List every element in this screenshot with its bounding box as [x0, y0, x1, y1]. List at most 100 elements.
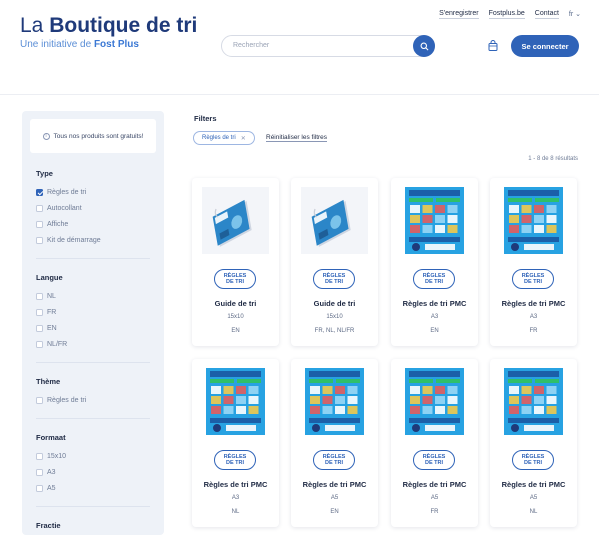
filter-option[interactable]: 15x10: [36, 448, 150, 464]
product-languages: EN: [231, 328, 240, 334]
pmc-poster-image[interactable]: [202, 368, 269, 435]
product-card[interactable]: RÈGLES DE TRI Guide de tri 15x10 EN: [192, 178, 279, 346]
pmc-poster-image[interactable]: [500, 187, 567, 254]
product-title[interactable]: Guide de tri: [192, 299, 279, 308]
filter-divider: [36, 258, 150, 259]
badge-line: DE TRI: [523, 460, 543, 466]
filter-option[interactable]: Autocollant: [36, 200, 150, 216]
product-title[interactable]: Règles de tri PMC: [192, 480, 279, 489]
filter-option[interactable]: Règles de tri: [36, 184, 150, 200]
filter-checkbox[interactable]: [36, 236, 43, 244]
pmc-poster-image[interactable]: [301, 368, 368, 435]
product-languages: NL: [529, 509, 538, 515]
product-title[interactable]: Règles de tri PMC: [291, 480, 378, 489]
filter-option[interactable]: Règles de tri: [36, 392, 150, 408]
category-badge: RÈGLES DE TRI: [313, 450, 355, 470]
reset-filters-link[interactable]: Réinitialiser les filtres: [266, 134, 328, 142]
product-title[interactable]: Règles de tri PMC: [391, 299, 478, 308]
product-format: A5: [330, 495, 339, 501]
pmc-poster-image[interactable]: [401, 368, 468, 435]
badge-line: DE TRI: [324, 279, 344, 285]
filter-option[interactable]: NL/FR: [36, 336, 150, 352]
results-count: 1 - 8 de 8 résultats: [528, 156, 578, 162]
pmc-poster-image[interactable]: [401, 187, 468, 254]
filter-option-label: NL/FR: [47, 340, 68, 348]
product-card[interactable]: RÈGLES DE TRI Règles de tri PMC A3 EN: [391, 178, 478, 346]
filter-group-langue: Langue NL FR EN NL/FR: [22, 273, 164, 352]
product-languages: EN: [430, 328, 439, 334]
filter-group-title: Langue: [36, 273, 63, 282]
top-links: S'enregistrer Fostplus.be Contact fr ⌄: [439, 10, 581, 19]
filter-checkbox[interactable]: [36, 484, 43, 492]
filter-option-label: A3: [47, 468, 56, 476]
filter-option[interactable]: Affiche: [36, 216, 150, 232]
product-card[interactable]: RÈGLES DE TRI Règles de tri PMC A3 FR: [490, 178, 577, 346]
product-card[interactable]: RÈGLES DE TRI Règles de tri PMC A5 EN: [291, 359, 378, 527]
filter-option[interactable]: A3: [36, 464, 150, 480]
product-format: A3: [231, 495, 240, 501]
contact-link[interactable]: Contact: [534, 10, 559, 19]
filter-divider: [36, 362, 150, 363]
product-title[interactable]: Règles de tri PMC: [391, 480, 478, 489]
filter-group-title: Formaat: [36, 433, 66, 442]
filter-divider: [36, 418, 150, 419]
site-logo[interactable]: La Boutique de tri Une initiative de Fos…: [20, 14, 197, 50]
filter-checkbox[interactable]: [36, 324, 43, 332]
active-filter-chip[interactable]: Règles de tri ✕: [193, 131, 255, 145]
badge-line: DE TRI: [225, 279, 245, 285]
filter-checkbox[interactable]: [36, 340, 43, 348]
search-button[interactable]: [413, 35, 435, 57]
filter-group-type: Type Règles de tri Autocollant Affiche Kit d…: [22, 169, 164, 248]
product-languages: FR, NL, NL/FR: [314, 328, 355, 334]
filter-checkbox[interactable]: [36, 188, 43, 196]
filter-option[interactable]: EN: [36, 320, 150, 336]
filter-option[interactable]: FR: [36, 304, 150, 320]
filter-option-label: NL: [47, 292, 56, 300]
filter-option[interactable]: Kit de démarrage: [36, 232, 150, 248]
category-badge: RÈGLES DE TRI: [313, 269, 355, 289]
filter-checkbox[interactable]: [36, 308, 43, 316]
logo-subtitle: Une initiative de Fost Plus: [20, 39, 139, 50]
filter-group-fractie: FractiePMC: [22, 521, 164, 535]
product-title[interactable]: Règles de tri PMC: [490, 480, 577, 489]
site-header: La Boutique de tri Une initiative de Fos…: [0, 0, 599, 95]
product-card[interactable]: RÈGLES DE TRI Règles de tri PMC A5 NL: [490, 359, 577, 527]
product-card[interactable]: RÈGLES DE TRI Guide de tri 15x10 FR, NL, NL/…: [291, 178, 378, 346]
cart-icon[interactable]: [487, 40, 499, 52]
filter-group-title: Type: [36, 169, 53, 178]
product-languages: NL: [231, 509, 240, 515]
product-format: 15x10: [227, 314, 244, 320]
product-format: A5: [529, 495, 538, 501]
filter-option-label: Règles de tri: [47, 188, 87, 196]
sorting-guide-image[interactable]: [301, 187, 368, 254]
product-card[interactable]: RÈGLES DE TRI Règles de tri PMC A3 NL: [192, 359, 279, 527]
pmc-poster-image[interactable]: [500, 368, 567, 435]
sorting-guide-image[interactable]: [202, 187, 269, 254]
search-input[interactable]: Rechercher: [221, 35, 435, 57]
fostplus-link[interactable]: Fostplus.be: [488, 10, 525, 19]
filter-checkbox[interactable]: [36, 468, 43, 476]
filter-checkbox[interactable]: [36, 220, 43, 228]
filter-option[interactable]: NL: [36, 288, 150, 304]
filter-checkbox[interactable]: [36, 452, 43, 460]
register-link[interactable]: S'enregistrer: [439, 10, 479, 19]
login-button[interactable]: Se connecter: [511, 35, 579, 57]
product-title[interactable]: Guide de tri: [291, 299, 378, 308]
filter-option-label: Autocollant: [47, 204, 82, 212]
language-selector[interactable]: fr ⌄: [569, 10, 581, 19]
filter-checkbox[interactable]: [36, 204, 43, 212]
badge-line: DE TRI: [523, 279, 543, 285]
product-title[interactable]: Règles de tri PMC: [490, 299, 577, 308]
filter-group-thème: Thème Règles de tri: [22, 377, 164, 408]
filter-checkbox[interactable]: [36, 292, 43, 300]
remove-filter-icon[interactable]: ✕: [241, 135, 246, 142]
filter-group-formaat: Formaat 15x10 A3 A5: [22, 433, 164, 496]
filter-option[interactable]: A5: [36, 480, 150, 496]
filter-option-label: Règles de tri: [47, 396, 87, 404]
notice-text: Tous nos produits sont gratuits!: [53, 132, 144, 140]
filter-checkbox[interactable]: [36, 396, 43, 404]
filter-option-label: 15x10: [47, 452, 67, 460]
product-card[interactable]: RÈGLES DE TRI Règles de tri PMC A5 FR: [391, 359, 478, 527]
free-products-notice: i Tous nos produits sont gratuits!: [30, 119, 156, 153]
badge-line: DE TRI: [324, 460, 344, 466]
